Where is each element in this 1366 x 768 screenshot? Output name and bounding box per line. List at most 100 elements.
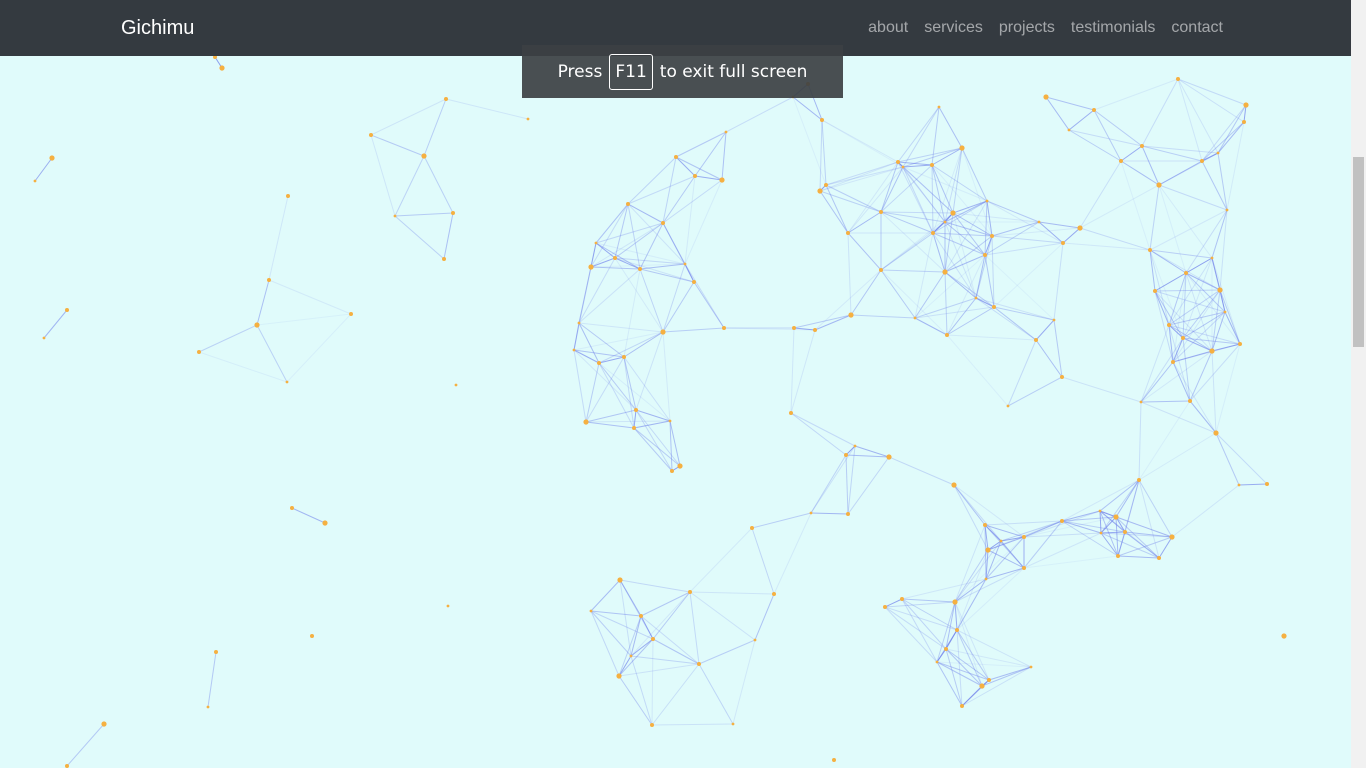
network-node: [959, 145, 965, 151]
network-edge: [256, 313, 352, 326]
network-node: [931, 231, 935, 235]
network-node: [1067, 128, 1071, 132]
network-edge: [585, 420, 671, 423]
network-edge: [1177, 78, 1203, 162]
network-edge: [819, 166, 904, 192]
network-node: [824, 183, 828, 187]
network-edge: [880, 211, 954, 214]
network-edge: [1007, 339, 1037, 407]
network-edge: [598, 356, 625, 364]
vertical-scrollbar[interactable]: [1351, 0, 1366, 768]
network-node: [1022, 566, 1026, 570]
network-edge: [370, 134, 425, 157]
network-edge: [578, 268, 641, 324]
network-node: [1169, 534, 1175, 540]
network-edge: [662, 327, 725, 333]
nav-links: about services projects testimonials con…: [868, 17, 1223, 39]
network-node: [393, 214, 397, 218]
network-edge: [423, 155, 454, 214]
network-edge: [944, 271, 948, 336]
network-node: [1242, 120, 1246, 124]
brand-link[interactable]: Gichimu: [121, 15, 194, 41]
nav-link-contact[interactable]: contact: [1171, 17, 1223, 39]
network-edge: [825, 161, 899, 186]
network-edge: [946, 254, 986, 336]
network-edge: [1053, 242, 1064, 321]
network-edge: [651, 663, 700, 726]
network-edge: [810, 512, 849, 515]
network-edge: [754, 593, 775, 641]
network-edge: [790, 327, 795, 414]
network-edge: [1140, 400, 1191, 403]
nav-link-about[interactable]: about: [868, 17, 908, 39]
network-edge: [1062, 242, 1151, 251]
network-node: [848, 312, 854, 318]
network-node: [1176, 77, 1180, 81]
nav-link-projects[interactable]: projects: [999, 17, 1055, 39]
network-node: [1265, 482, 1269, 486]
network-node: [42, 336, 46, 340]
network-node: [1006, 404, 1010, 408]
network-node: [267, 278, 271, 282]
particle-network-background: [33, 55, 1287, 768]
network-edge: [639, 268, 695, 283]
network-edge: [590, 610, 620, 677]
network-edge: [675, 131, 727, 158]
network-node: [589, 609, 593, 613]
network-edge: [814, 314, 852, 331]
network-edge: [1211, 350, 1217, 434]
network-node: [724, 130, 728, 134]
network-edge: [256, 279, 270, 326]
network-node: [650, 723, 654, 727]
scrollbar-thumb[interactable]: [1353, 157, 1364, 347]
network-edge: [725, 96, 794, 133]
network-node: [369, 133, 373, 137]
network-node: [1092, 108, 1096, 112]
network-node: [1061, 241, 1065, 245]
network-edge: [1117, 531, 1126, 557]
network-node: [1153, 289, 1157, 293]
network-edge: [1217, 104, 1247, 154]
network-node: [999, 539, 1003, 543]
network-node: [583, 419, 589, 425]
network-node: [626, 202, 630, 206]
network-edge: [1079, 184, 1160, 229]
network-edge: [819, 190, 849, 234]
network-edge: [884, 606, 947, 650]
network-edge: [693, 281, 725, 329]
network-edge: [585, 421, 635, 429]
network-node: [990, 234, 994, 238]
network-node: [1225, 208, 1229, 212]
network-edge: [732, 639, 756, 725]
nav-link-testimonials[interactable]: testimonials: [1071, 17, 1155, 39]
network-edge: [619, 579, 691, 593]
network-node: [1139, 400, 1143, 404]
network-node: [913, 316, 917, 320]
network-node: [1237, 483, 1241, 487]
network-node: [693, 174, 697, 178]
network-edge: [897, 161, 933, 166]
network-edge: [821, 119, 904, 168]
network-edge: [268, 279, 352, 315]
network-node: [879, 210, 883, 214]
network-edge: [394, 212, 454, 217]
network-edge: [445, 98, 529, 120]
network-edge: [1171, 484, 1240, 538]
network-edge: [954, 536, 1025, 603]
network-edge: [370, 98, 447, 136]
network-node: [846, 231, 850, 235]
nav-link-services[interactable]: services: [924, 17, 983, 39]
network-node: [886, 454, 892, 460]
network-node: [660, 329, 666, 335]
network-edge: [689, 591, 700, 665]
network-edge: [850, 314, 916, 319]
network-edge: [901, 598, 956, 603]
network-node: [1281, 633, 1287, 639]
network-edge: [207, 651, 217, 708]
network-edge: [585, 409, 637, 423]
network-node: [1052, 318, 1056, 322]
network-edge: [880, 269, 916, 319]
network-edge: [888, 456, 955, 486]
network-edge: [953, 484, 989, 551]
network-edge: [819, 119, 823, 192]
